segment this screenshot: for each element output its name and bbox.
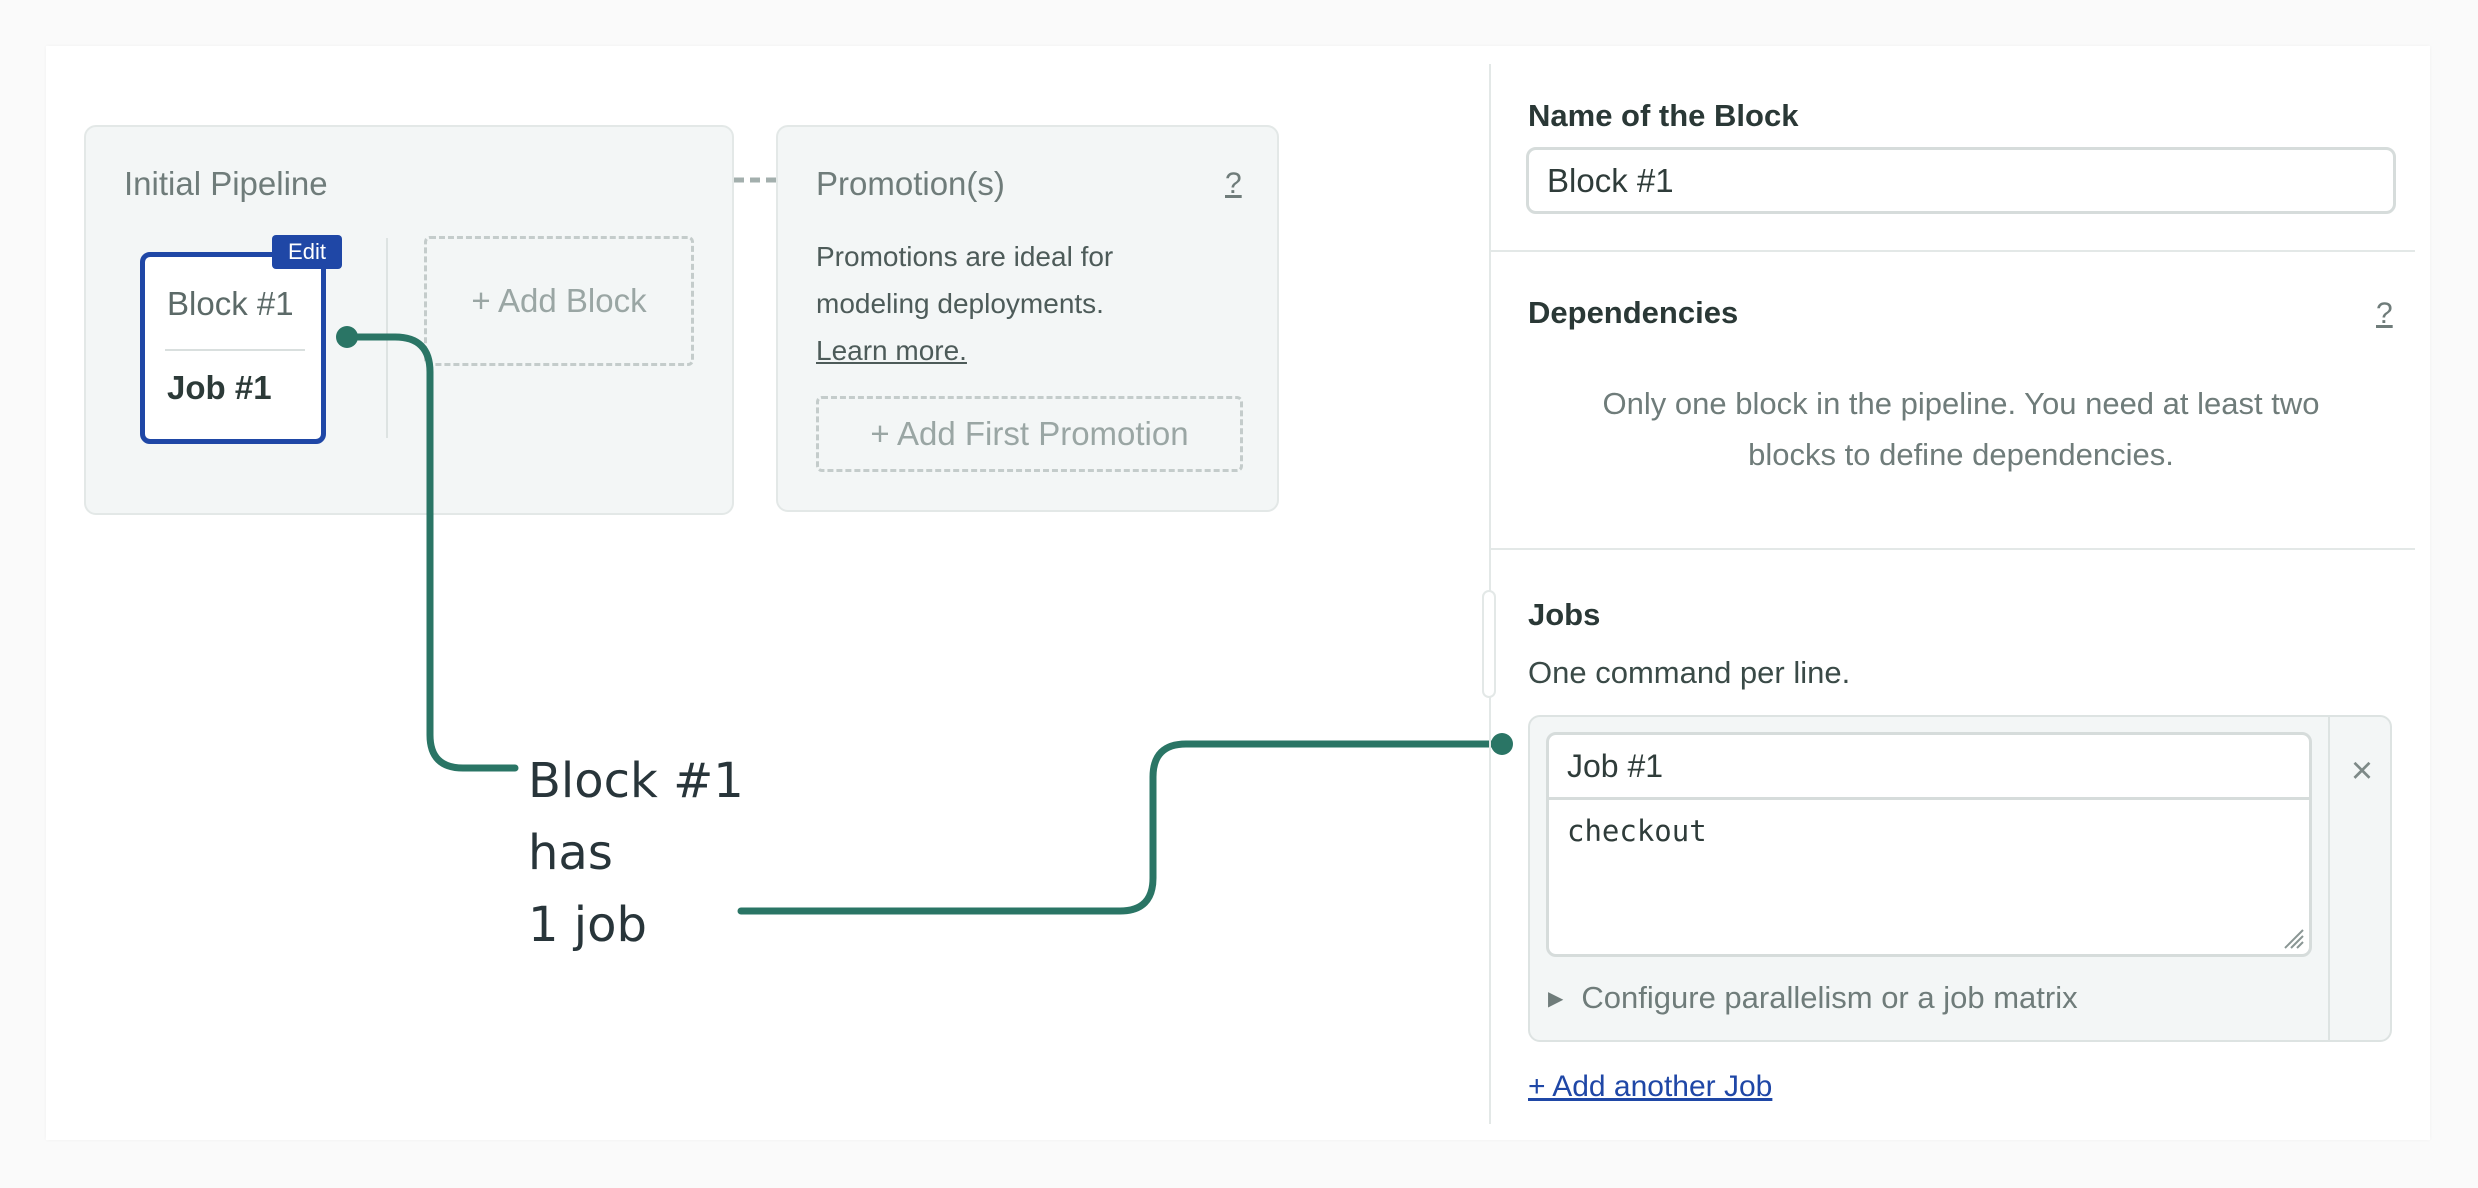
- jobs-heading: Jobs: [1528, 597, 1601, 632]
- block-connector-dot: [336, 326, 358, 348]
- dependencies-message: Only one block in the pipeline. You need…: [1526, 378, 2396, 480]
- block-name-heading: Name of the Block: [1528, 98, 1799, 133]
- dependencies-heading: Dependencies: [1528, 295, 1739, 330]
- dependencies-help-link[interactable]: ?: [2376, 297, 2393, 331]
- block-name-input[interactable]: Block #1: [1526, 147, 2396, 214]
- job-annotation-connector: [737, 740, 1506, 915]
- configure-parallelism-label: Configure parallelism or a job matrix: [1581, 980, 2078, 1015]
- add-another-job-link[interactable]: + Add another Job: [1528, 1070, 1772, 1104]
- resize-grip-icon: [2284, 929, 2304, 949]
- job-commands-textarea[interactable]: checkout: [1546, 797, 2312, 957]
- dependencies-line2: blocks to define dependencies.: [1748, 437, 2174, 472]
- job-connector-dot: [1491, 733, 1513, 755]
- block-annotation-connector: [343, 333, 519, 772]
- jobs-hint: One command per line.: [1528, 655, 1851, 690]
- section-divider-1: [1491, 250, 2415, 252]
- job-name-input[interactable]: Job #1: [1546, 732, 2312, 800]
- dependencies-line1: Only one block in the pipeline. You need…: [1602, 386, 2320, 421]
- panel-resize-handle[interactable]: [1482, 590, 1496, 698]
- disclosure-triangle-icon: ▶: [1548, 988, 1564, 1010]
- section-divider-2: [1491, 548, 2415, 550]
- job-command-text: checkout: [1567, 814, 1707, 848]
- configure-parallelism-toggle[interactable]: ▶ Configure parallelism or a job matrix: [1548, 980, 2078, 1016]
- job-panel-divider: [2328, 717, 2330, 1040]
- remove-job-button[interactable]: ×: [2344, 750, 2380, 793]
